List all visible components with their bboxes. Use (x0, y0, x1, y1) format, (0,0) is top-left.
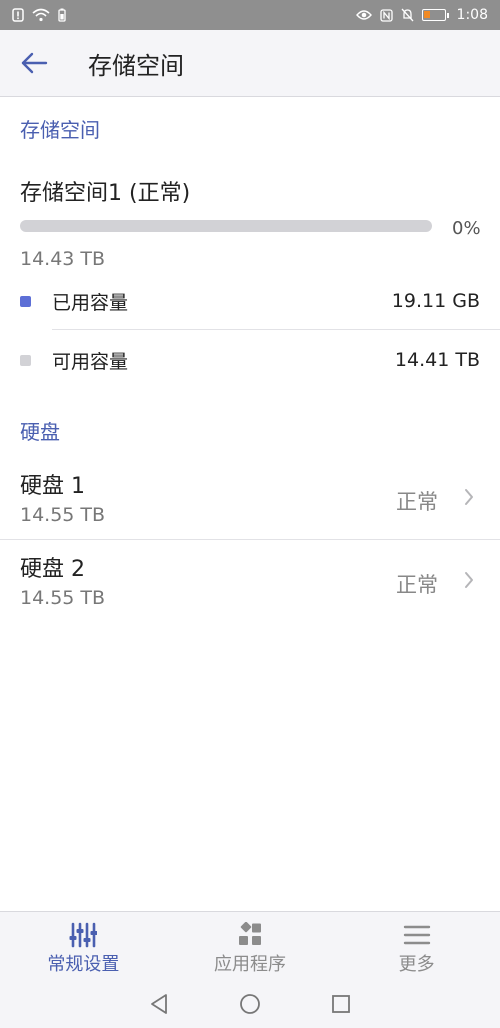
menu-lines-icon (403, 925, 430, 945)
legend-row-used: 已用容量 19.11 GB (0, 272, 500, 330)
nav-applications[interactable]: 应用程序 (167, 912, 334, 979)
disk-row-1[interactable]: 硬盘 1 14.55 TB 正常 (0, 458, 500, 540)
bottom-nav: 常规设置 应用程序 更多 (0, 911, 500, 979)
mute-icon (401, 8, 414, 22)
eye-icon (355, 10, 372, 20)
wifi-icon (32, 8, 50, 22)
status-time: 1:08 (456, 7, 488, 23)
disk-size: 14.55 TB (20, 504, 106, 526)
battery-saver-icon (58, 8, 66, 22)
legend-row-free: 可用容量 14.41 TB (0, 331, 500, 389)
legend-label: 可用容量 (52, 350, 129, 373)
chevron-right-icon (465, 572, 473, 588)
disk-name: 硬盘 2 (20, 557, 85, 582)
used-color-indicator (20, 295, 31, 307)
nfc-icon (379, 8, 393, 22)
storage-pool-total: 14.43 TB (20, 248, 106, 270)
sliders-icon (69, 922, 98, 948)
legend-label: 已用容量 (52, 291, 129, 314)
legend-divider (52, 329, 500, 330)
nav-label: 应用程序 (214, 954, 286, 975)
nav-more[interactable]: 更多 (333, 912, 500, 979)
nav-general-settings[interactable]: 常规设置 (0, 912, 167, 979)
status-right: 1:08 (355, 7, 488, 23)
disk-size: 14.55 TB (20, 587, 106, 609)
status-left (12, 8, 66, 22)
free-color-indicator (20, 354, 31, 366)
legend-value: 14.41 TB (394, 349, 480, 371)
chevron-right-icon (465, 489, 473, 505)
disk-row-2[interactable]: 硬盘 2 14.55 TB 正常 (0, 541, 500, 623)
disk-status: 正常 (396, 573, 438, 597)
app-bar: 存储空间 (0, 30, 500, 97)
back-triangle-icon[interactable] (149, 993, 169, 1015)
sim-alert-icon (12, 8, 24, 22)
storage-progress-percent: 0% (452, 218, 481, 239)
recents-square-icon[interactable] (331, 994, 351, 1014)
back-button[interactable] (0, 30, 68, 97)
home-circle-icon[interactable] (239, 993, 261, 1015)
disk-divider (0, 539, 500, 540)
storage-section-header: 存储空间 (20, 118, 100, 142)
storage-pool-title: 存储空间1 (正常) (20, 181, 191, 206)
disk-status: 正常 (396, 490, 438, 514)
storage-progress-bar (20, 220, 432, 232)
battery-icon (421, 9, 449, 21)
legend-value: 19.11 GB (391, 290, 480, 312)
system-nav-bar (0, 979, 500, 1028)
nav-label: 更多 (398, 954, 435, 975)
disk-section-header: 硬盘 (20, 420, 60, 444)
disk-name: 硬盘 1 (20, 474, 85, 499)
arrow-left-icon (21, 52, 48, 74)
page-title: 存储空间 (88, 51, 184, 80)
nav-label: 常规设置 (47, 954, 120, 975)
apps-grid-icon (239, 922, 261, 945)
status-bar: 1:08 (0, 0, 500, 30)
